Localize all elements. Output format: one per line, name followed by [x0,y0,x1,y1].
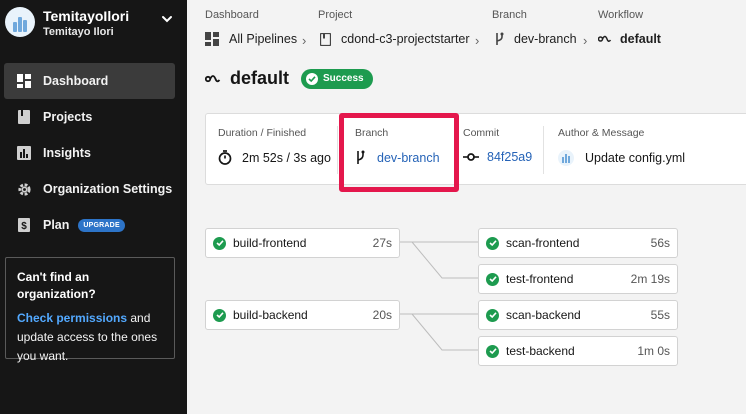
duration-label: Duration / Finished [218,127,307,139]
bar-chart-icon [16,145,32,161]
sidebar: TemitayoIlori Temitayo Ilori Dashboard P… [0,0,187,414]
breadcrumb-all-pipelines[interactable]: All Pipelines [205,32,297,46]
breadcrumb-branch[interactable]: dev-branch [494,32,577,46]
workflow-info-card: Duration / Finished 2m 52s / 3s ago Bran… [205,113,746,185]
sidebar-item-projects[interactable]: Projects [4,99,175,135]
status-badge: Success [301,68,373,89]
job-name: scan-frontend [506,236,580,250]
job-name: test-frontend [506,272,574,286]
duration-value: 2m 52s / 3s ago [242,150,331,165]
breadcrumb-branch-value: dev-branch [514,32,577,46]
sidebar-item-label: Insights [43,146,91,160]
upgrade-badge[interactable]: UPGRADE [78,218,125,232]
job-name: scan-backend [506,308,581,322]
chevron-down-icon[interactable] [161,13,173,25]
success-check-icon [213,308,226,322]
job-duration: 55s [650,308,670,322]
org-help-text: Check permissions and update access to t… [17,309,163,366]
workflow-icon [205,74,221,82]
sidebar-item-label: Organization Settings [43,182,173,196]
dashboard-icon [205,32,219,46]
success-check-icon [486,308,499,322]
author-row: Update config.yml [558,150,685,166]
dollar-icon: $ [16,217,32,233]
page-title: default [230,68,290,88]
job-duration: 27s [372,236,392,250]
timer-icon [218,150,232,165]
sidebar-item-label: Projects [43,110,93,124]
gear-icon [16,181,32,197]
job-name: test-backend [506,344,575,358]
account-display-name: Temitayo Ilori [43,26,114,38]
chevron-right-icon: › [302,33,307,48]
breadcrumb-workflow-value: default [620,32,661,46]
commit-link[interactable]: 84f25a9 [463,150,532,164]
breadcrumb-project[interactable]: cdond-c3-projectstarter [320,32,470,46]
breadcrumb-project-label: Project [318,9,353,21]
dashboard-icon [16,73,32,89]
job-scan-frontend[interactable]: scan-frontend 56s [478,228,678,258]
job-test-frontend[interactable]: test-frontend 2m 19s [478,264,678,294]
success-check-icon [486,236,499,250]
success-check-icon [486,272,499,286]
job-name: build-frontend [233,236,307,250]
sidebar-item-label: Dashboard [43,74,109,88]
avatar [5,7,35,37]
job-name: build-backend [233,308,308,322]
branch-icon [496,32,504,45]
branch-highlight-box [339,113,459,192]
check-icon [306,72,319,85]
org-help-box: Can't find an organization? Check permis… [5,257,175,363]
success-check-icon [486,344,499,358]
sidebar-item-label: Plan [43,218,70,232]
author-label: Author & Message [558,127,645,139]
svg-text:$: $ [21,221,27,232]
chevron-right-icon: › [583,33,588,48]
job-duration: 1m 0s [637,344,670,358]
avatar [558,150,574,166]
breadcrumb-workflow-label: Workflow [598,9,644,21]
workflow-header: default Success [205,68,373,89]
org-help-title: Can't find an organization? [17,270,96,301]
job-build-backend[interactable]: build-backend 20s [205,300,400,330]
status-label: Success [323,73,364,84]
book-icon [16,109,32,125]
commit-icon [463,153,479,161]
breadcrumb-workflow[interactable]: default [598,32,661,46]
account-switcher[interactable]: TemitayoIlori Temitayo Ilori [0,0,187,50]
book-icon [320,32,331,46]
success-check-icon [213,236,226,250]
breadcrumb-dashboard-value: All Pipelines [229,32,298,46]
commit-message: Update config.yml [585,151,686,165]
breadcrumb-dashboard-label: Dashboard [205,9,259,21]
job-duration: 20s [372,308,392,322]
job-duration: 56s [650,236,670,250]
job-duration: 2m 19s [630,272,670,286]
sidebar-item-organization-settings[interactable]: Organization Settings [4,171,175,207]
workflow-icon [598,35,612,43]
duration-value-row: 2m 52s / 3s ago [218,150,331,165]
job-scan-backend[interactable]: scan-backend 55s [478,300,678,330]
sidebar-item-insights[interactable]: Insights [4,135,175,171]
job-build-frontend[interactable]: build-frontend 27s [205,228,400,258]
breadcrumb-project-value: cdond-c3-projectstarter [341,32,470,46]
chevron-right-icon: › [475,33,480,48]
job-test-backend[interactable]: test-backend 1m 0s [478,336,678,366]
check-permissions-link[interactable]: Check permissions [17,311,127,325]
sidebar-item-plan[interactable]: $ Plan UPGRADE [4,207,175,243]
account-name: TemitayoIlori [43,8,130,24]
commit-label: Commit [463,127,500,139]
sidebar-item-dashboard[interactable]: Dashboard [4,63,175,99]
commit-value: 84f25a9 [487,150,533,164]
breadcrumb-branch-label: Branch [492,9,527,21]
